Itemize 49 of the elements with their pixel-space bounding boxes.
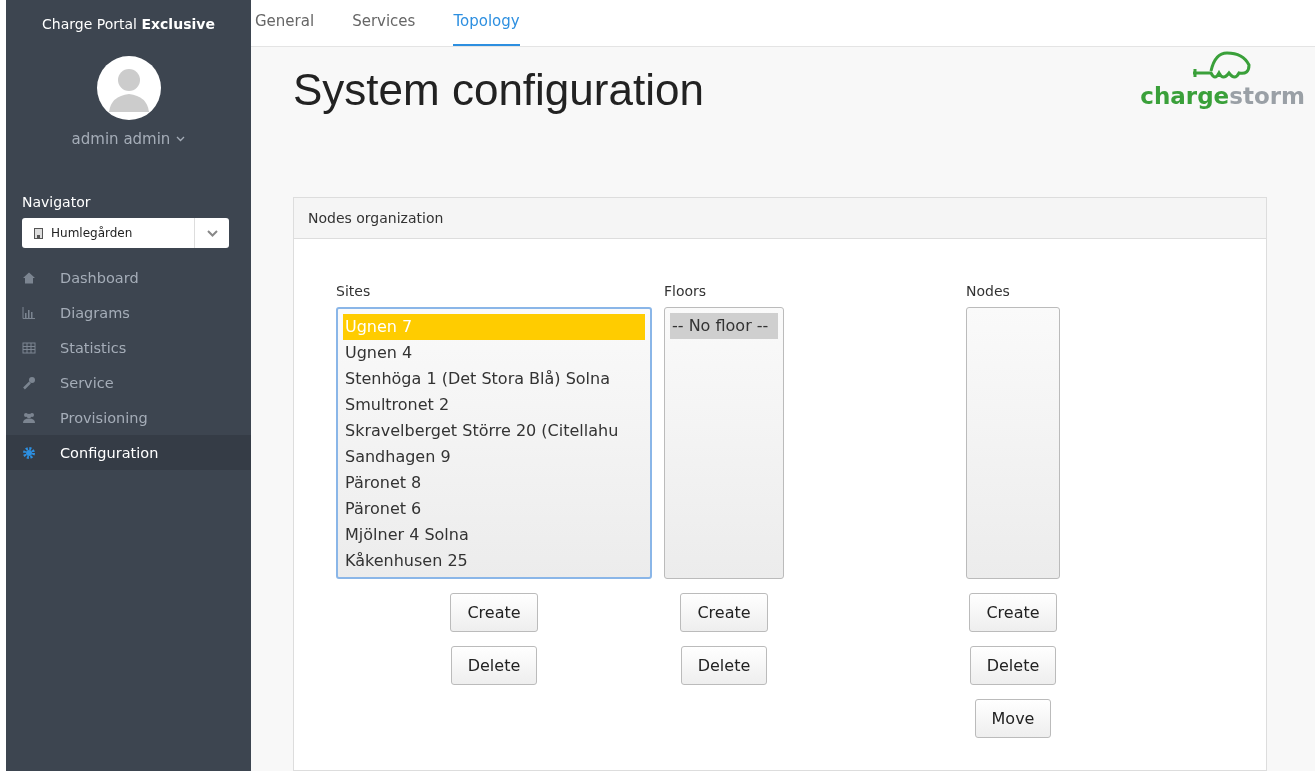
list-option[interactable]: Skravelberget Större 20 (Citellahu <box>343 418 645 444</box>
settings-icon <box>22 445 36 460</box>
tab[interactable]: General <box>255 0 329 46</box>
list-box[interactable]: -- No floor -- <box>664 307 784 579</box>
list-option[interactable]: Stenhöga 1 (Det Stora Blå) Solna <box>343 366 645 392</box>
list-option[interactable]: Päronet 6 <box>343 496 645 522</box>
tab[interactable]: Services <box>352 0 430 46</box>
list-option[interactable]: Sandhagen 9 <box>343 444 645 470</box>
nav-item[interactable]: Provisioning <box>6 400 251 435</box>
page-title: System configuration <box>293 65 704 116</box>
list-label: Nodes <box>966 283 1010 299</box>
nav-item[interactable]: Diagrams <box>6 295 251 330</box>
bar-chart-icon <box>22 305 36 320</box>
tab[interactable]: Topology <box>453 0 520 46</box>
nav-item[interactable]: Dashboard <box>6 260 251 295</box>
panel-title: Nodes organization <box>294 198 1266 239</box>
nav-item[interactable]: Service <box>6 365 251 400</box>
action-button[interactable]: Create <box>969 593 1057 632</box>
brand-title: Charge Portal Exclusive <box>42 16 215 32</box>
list-option[interactable]: -- No floor -- <box>670 313 778 339</box>
wrench-icon <box>22 375 36 390</box>
action-button[interactable]: Move <box>974 699 1052 738</box>
action-button[interactable]: Delete <box>450 646 538 685</box>
chevron-icon <box>176 136 186 142</box>
action-button[interactable]: Delete <box>969 646 1057 685</box>
action-button[interactable]: Create <box>680 593 768 632</box>
list-box[interactable] <box>966 307 1060 579</box>
navigator-label: Navigator <box>22 194 91 210</box>
list-label: Floors <box>664 283 707 299</box>
list-option[interactable]: Päronet 8 <box>343 470 645 496</box>
list-option[interactable]: Smultronet 2 <box>343 392 645 418</box>
home-icon <box>22 270 36 285</box>
table-icon <box>22 340 36 355</box>
nav-item[interactable]: Statistics <box>6 330 251 365</box>
avatar-icon <box>96 56 161 120</box>
list-option[interactable]: Kåkenhusen 25 <box>343 548 645 574</box>
action-button[interactable]: Create <box>450 593 538 632</box>
nav-item[interactable]: Configuration <box>6 435 251 470</box>
list-option[interactable]: Ugnen 4 <box>343 340 645 366</box>
logo-wordmark: chargestorm <box>1140 83 1305 109</box>
chevron-icon <box>206 229 218 237</box>
list-option[interactable]: Mjölner 4 Solna <box>343 522 645 548</box>
navigator-select[interactable]: Humlegården <box>22 218 229 248</box>
user-menu[interactable]: admin admin <box>71 130 186 148</box>
list-label: Sites <box>336 283 371 299</box>
list-box[interactable]: Ugnen 7 Ugnen 4 Stenhöga 1 (Det Stora Blå) Solna Smultronet 2 Skravelberget Större 20 (Citellahu Sandhagen 9 Päronet 8 Päronet 6 Mjölner 4 Solna Kåkenhusen 25 <box>336 307 652 579</box>
action-button[interactable]: Delete <box>680 646 768 685</box>
building-icon <box>34 227 43 239</box>
users-icon <box>22 410 36 425</box>
